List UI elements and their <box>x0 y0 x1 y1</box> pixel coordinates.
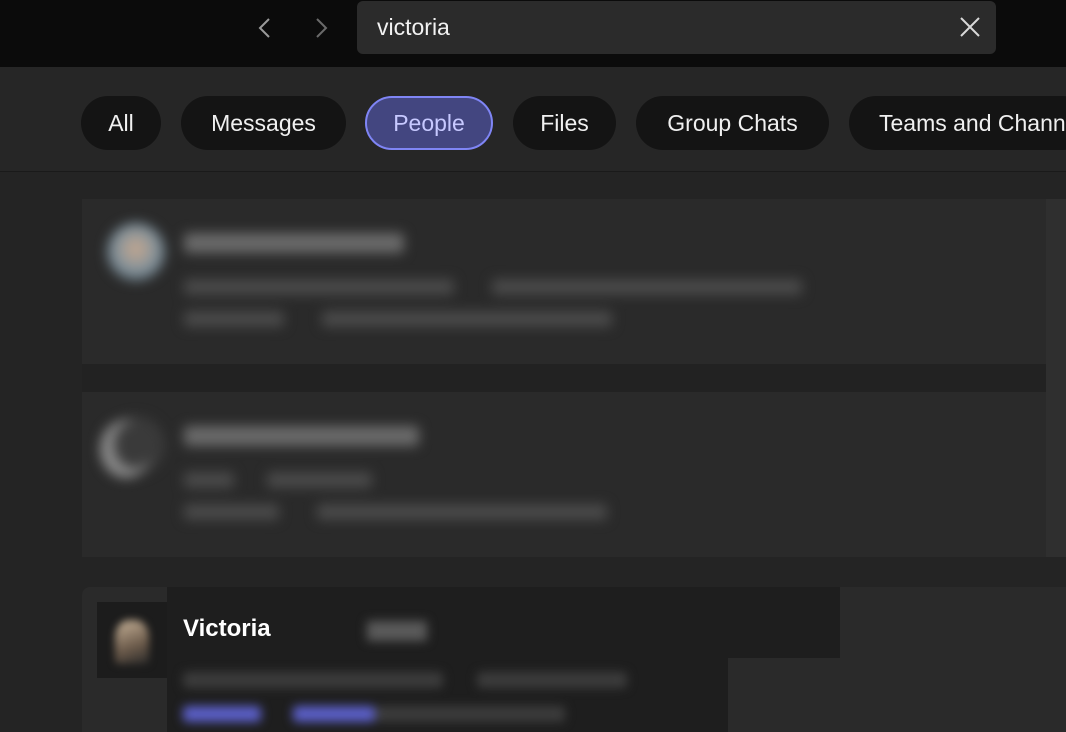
moon-icon <box>114 422 154 468</box>
person-dept-placeholder <box>477 672 627 688</box>
person-result-blurred[interactable] <box>82 199 1046 364</box>
separator <box>82 364 1046 392</box>
person-email-placeholder <box>317 504 607 520</box>
results-list: Victoria <box>0 172 1066 732</box>
surname-placeholder <box>367 621 427 641</box>
avatar <box>107 223 165 281</box>
chevron-left-icon <box>258 18 270 38</box>
person-title-placeholder <box>184 279 454 295</box>
filter-bar: All Messages People Files Group Chats Te… <box>0 67 1066 172</box>
title-bar <box>0 0 1066 67</box>
person-email-placeholder <box>322 311 612 327</box>
person-dept-placeholder <box>267 472 372 488</box>
person-result-blurred[interactable] <box>82 392 1046 557</box>
person-name-placeholder <box>184 233 404 253</box>
person-name-placeholder <box>184 426 419 446</box>
close-icon[interactable] <box>958 15 982 39</box>
person-result-victoria[interactable]: Victoria <box>82 587 1066 732</box>
person-title-placeholder <box>183 672 443 688</box>
filter-group-chats[interactable]: Group Chats <box>636 96 829 150</box>
search-input[interactable] <box>377 1 937 54</box>
filter-all[interactable]: All <box>81 96 161 150</box>
filter-teams-and-channels[interactable]: Teams and Chann <box>849 96 1066 150</box>
forward-button[interactable] <box>307 14 335 42</box>
person-name: Victoria <box>183 615 271 642</box>
avatar <box>97 602 167 678</box>
person-status-placeholder <box>184 311 284 327</box>
back-button[interactable] <box>251 14 279 42</box>
person-title-placeholder <box>184 472 234 488</box>
person-email-placeholder <box>375 706 565 722</box>
person-status-placeholder <box>184 504 279 520</box>
filter-people[interactable]: People <box>365 96 493 150</box>
person-dept-placeholder <box>492 279 802 295</box>
email-highlight <box>293 706 375 722</box>
search-box <box>357 1 996 54</box>
status-highlight <box>183 706 261 722</box>
avatar-photo <box>115 620 149 664</box>
chevron-right-icon <box>316 18 328 38</box>
scroll-track[interactable] <box>1046 199 1066 557</box>
filter-messages[interactable]: Messages <box>181 96 346 150</box>
details-strip <box>167 658 728 732</box>
filter-files[interactable]: Files <box>513 96 616 150</box>
